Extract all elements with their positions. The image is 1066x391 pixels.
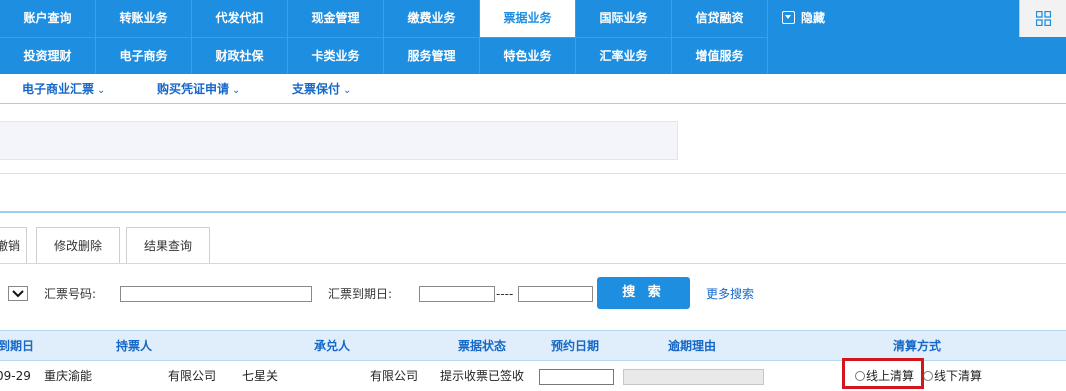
- bill-number-input[interactable]: [120, 286, 312, 302]
- due-date-from-input[interactable]: [419, 286, 495, 302]
- redacted-region: [282, 364, 370, 388]
- nav-cash-management[interactable]: 现金管理: [288, 0, 384, 37]
- col-bill-status: 票据状态: [458, 339, 507, 353]
- nav-service-management[interactable]: 服务管理: [384, 37, 480, 74]
- nav-transfer[interactable]: 转账业务: [96, 0, 192, 37]
- tab-modify-delete[interactable]: 修改删除: [36, 227, 120, 263]
- nav-finance-social[interactable]: 财政社保: [192, 37, 288, 74]
- chevron-down-icon: ⌄: [97, 85, 106, 96]
- collapse-icon: [782, 11, 795, 24]
- cell-acceptor-prefix: 七星关: [242, 369, 279, 383]
- bill-number-label: 汇票号码:: [44, 287, 97, 301]
- nav-card-services[interactable]: 卡类业务: [288, 37, 384, 74]
- nav-bills-active[interactable]: 票据业务: [480, 0, 576, 37]
- due-date-label: 汇票到期日:: [328, 287, 393, 301]
- table-header: 到期日 持票人 承兑人 票据状态 预约日期 逾期理由 清算方式: [0, 330, 1066, 361]
- appointment-date-input[interactable]: [539, 369, 614, 385]
- sub-navigation: 电子商业汇票 ⌄ 购买凭证申请 ⌄ 支票保付 ⌄: [0, 74, 1066, 104]
- nav-international[interactable]: 国际业务: [576, 0, 672, 37]
- date-range-separator: ----: [496, 287, 514, 301]
- more-search-link[interactable]: 更多搜索: [706, 286, 754, 302]
- subnav-commercial-draft[interactable]: 电子商业汇票 ⌄: [22, 74, 105, 104]
- subnav-purchase-voucher[interactable]: 购买凭证申请 ⌄: [157, 74, 240, 104]
- settlement-offline-radio[interactable]: 线下清算: [923, 361, 982, 391]
- nav-account-query[interactable]: 账户查询: [0, 0, 96, 37]
- radio-circle-icon: [855, 371, 865, 381]
- main-navigation: 账户查询 转账业务 代发代扣 现金管理 缴费业务 票据业务 国际业务 信贷融资 …: [0, 0, 1066, 74]
- due-date-to-input[interactable]: [518, 286, 593, 302]
- settlement-online-radio[interactable]: 线上清算: [855, 361, 914, 391]
- tabs-baseline: [0, 263, 1066, 264]
- tab-revoke[interactable]: 撤销: [0, 227, 27, 263]
- cell-acceptor-suffix: 有限公司: [370, 369, 419, 383]
- nav-bill-payment[interactable]: 缴费业务: [384, 0, 480, 37]
- cell-holder-prefix: 重庆渝能: [44, 369, 93, 383]
- subnav-label: 购买凭证申请: [157, 82, 230, 96]
- filter-select[interactable]: [8, 286, 28, 301]
- cell-holder-suffix: 有限公司: [168, 369, 217, 383]
- subnav-label: 支票保付: [292, 82, 341, 96]
- nav-credit-financing[interactable]: 信贷融资: [672, 0, 768, 37]
- chevron-down-icon: ⌄: [343, 85, 352, 96]
- col-overdue-reason: 逾期理由: [668, 339, 717, 353]
- settlement-online-label: 线上清算: [866, 369, 915, 383]
- overdue-reason-input[interactable]: [623, 369, 764, 385]
- grid-icon: [1036, 11, 1051, 26]
- col-acceptor: 承兑人: [314, 339, 351, 353]
- nav-value-added[interactable]: 增值服务: [672, 37, 768, 74]
- col-appointment-date: 预约日期: [551, 339, 600, 353]
- nav-payroll[interactable]: 代发代扣: [192, 0, 288, 37]
- hide-menu-toggle[interactable]: 隐藏: [782, 0, 825, 37]
- cell-bill-status: 提示收票已签收: [440, 369, 525, 383]
- nav-special-services[interactable]: 特色业务: [480, 37, 576, 74]
- grid-menu-button[interactable]: [1019, 0, 1066, 37]
- chevron-down-icon: ⌄: [232, 85, 241, 96]
- chevron-down-icon: [12, 290, 24, 298]
- search-button[interactable]: 搜 索: [597, 277, 690, 309]
- nav-exchange-rate[interactable]: 汇率业务: [576, 37, 672, 74]
- nav-ecommerce[interactable]: 电子商务: [96, 37, 192, 74]
- redacted-region: [99, 364, 168, 388]
- col-holder: 持票人: [116, 339, 153, 353]
- info-panel: [0, 121, 678, 160]
- subnav-label: 电子商业汇票: [22, 82, 95, 96]
- settlement-offline-label: 线下清算: [934, 369, 983, 383]
- subnav-cheque-guarantee[interactable]: 支票保付 ⌄: [292, 74, 351, 104]
- radio-circle-icon: [923, 371, 933, 381]
- col-settlement-method: 清算方式: [893, 339, 942, 353]
- col-due-date: 到期日: [0, 339, 35, 353]
- divider: [0, 211, 1066, 213]
- divider: [0, 173, 1066, 174]
- table-row: 09-29 重庆渝能 有限公司 七星关 有限公司 提示收票已签收 线上清算 线下…: [0, 361, 1066, 391]
- hide-label: 隐藏: [801, 11, 826, 25]
- tab-result-query[interactable]: 结果查询: [126, 227, 210, 263]
- nav-investment[interactable]: 投资理财: [0, 37, 96, 74]
- cell-due-date: 09-29: [0, 369, 31, 383]
